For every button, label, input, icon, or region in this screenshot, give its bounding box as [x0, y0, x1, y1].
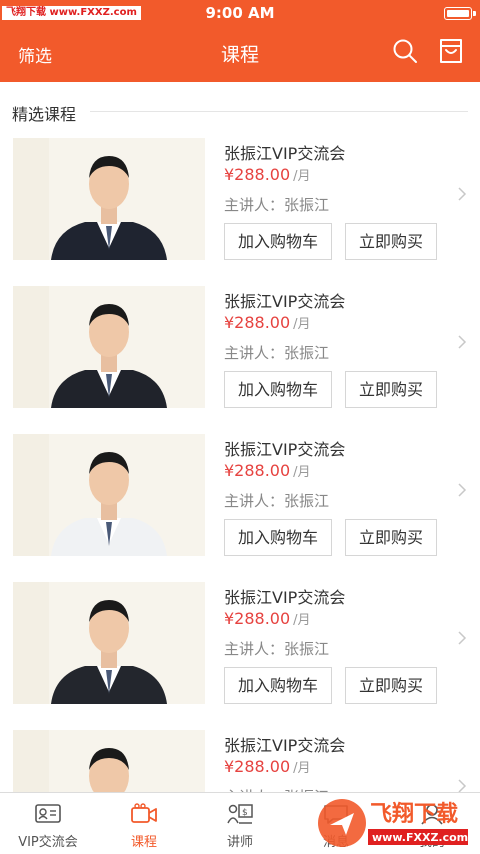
add-to-cart-button[interactable]: 加入购物车 [224, 667, 332, 704]
course-thumbnail[interactable] [13, 582, 205, 704]
price-value: ¥288.00 [224, 165, 291, 184]
nav-bar: 筛选 课程 [0, 26, 480, 82]
course-price: ¥288.00/月 [224, 165, 311, 184]
course-title[interactable]: 张振江VIP交流会 [224, 436, 345, 460]
course-price: ¥288.00/月 [224, 609, 311, 628]
logo-brand-text: 飞翔下载 [370, 801, 458, 827]
course-item[interactable]: 张振江VIP交流会¥288.00/月主讲人：张振江加入购物车立即购买 [0, 286, 480, 416]
course-thumbnail[interactable] [13, 286, 205, 408]
chevron-right-icon[interactable] [457, 482, 467, 498]
price-unit: /月 [293, 465, 311, 480]
course-thumbnail[interactable] [13, 138, 205, 260]
course-speaker: 主讲人：张振江 [224, 492, 330, 510]
price-unit: /月 [293, 317, 311, 332]
price-value: ¥288.00 [224, 757, 291, 776]
tab-label: 讲师 [226, 835, 253, 850]
price-value: ¥288.00 [224, 461, 291, 480]
logo-url-text: www.FXXZ.com [372, 831, 468, 844]
course-price: ¥288.00/月 [224, 757, 311, 776]
course-speaker: 主讲人：张振江 [224, 344, 330, 362]
chevron-right-icon[interactable] [457, 186, 467, 202]
course-item[interactable]: 张振江VIP交流会¥288.00/月主讲人：张振江加入购物车立即购买 [0, 138, 480, 268]
lecturer-photo [51, 304, 167, 408]
price-value: ¥288.00 [224, 609, 291, 628]
site-logo-watermark: 飞翔下载 www.FXXZ.com [318, 799, 468, 847]
chevron-right-icon[interactable] [457, 630, 467, 646]
buy-now-button[interactable]: 立即购买 [345, 519, 437, 556]
app-header: 飞翔下载 www.FXXZ.com 9:00 AM 筛选 课程 [0, 0, 480, 82]
price-unit: /月 [293, 761, 311, 776]
course-price: ¥288.00/月 [224, 461, 311, 480]
course-title[interactable]: 张振江VIP交流会 [224, 584, 345, 608]
chevron-right-icon[interactable] [457, 334, 467, 350]
lecturer-photo [51, 600, 167, 704]
tab-label: 课程 [130, 835, 157, 850]
shopping-bag-icon[interactable] [439, 38, 463, 64]
lecturer-photo [51, 452, 167, 556]
course-speaker: 主讲人：张振江 [224, 196, 330, 214]
add-to-cart-button[interactable]: 加入购物车 [224, 519, 332, 556]
course-speaker: 主讲人：张振江 [224, 640, 330, 658]
vip-card-icon [35, 804, 61, 823]
buy-now-button[interactable]: 立即购买 [345, 667, 437, 704]
course-price: ¥288.00/月 [224, 313, 311, 332]
course-title[interactable]: 张振江VIP交流会 [224, 140, 345, 164]
tab-label: VIP交流会 [18, 835, 78, 850]
course-title[interactable]: 张振江VIP交流会 [224, 288, 345, 312]
price-value: ¥288.00 [224, 313, 291, 332]
battery-icon [444, 7, 476, 20]
add-to-cart-button[interactable]: 加入购物车 [224, 371, 332, 408]
course-item[interactable]: 张振江VIP交流会¥288.00/月主讲人：张振江加入购物车立即购买 [0, 434, 480, 564]
course-item[interactable]: 张振江VIP交流会¥288.00/月主讲人：张振江加入购物车立即购买 [0, 582, 480, 712]
buy-now-button[interactable]: 立即购买 [345, 371, 437, 408]
lecturer-icon: $ [227, 804, 253, 824]
status-time: 9:00 AM [205, 4, 275, 22]
add-to-cart-button[interactable]: 加入购物车 [224, 223, 332, 260]
search-icon[interactable] [392, 38, 418, 64]
course-title[interactable]: 张振江VIP交流会 [224, 732, 345, 756]
section-divider [90, 111, 468, 112]
section-title: 精选课程 [12, 105, 77, 124]
status-bar: 飞翔下载 www.FXXZ.com 9:00 AM [0, 0, 480, 26]
price-unit: /月 [293, 169, 311, 184]
lecturer-photo [51, 156, 167, 260]
tab-course[interactable]: 课程 [96, 793, 192, 854]
svg-text:$: $ [242, 808, 248, 818]
video-camera-icon [131, 803, 157, 823]
price-unit: /月 [293, 613, 311, 628]
buy-now-button[interactable]: 立即购买 [345, 223, 437, 260]
tab-vip[interactable]: VIP交流会 [0, 793, 96, 854]
course-thumbnail[interactable] [13, 434, 205, 556]
tab-lecturer[interactable]: $ 讲师 [192, 793, 288, 854]
